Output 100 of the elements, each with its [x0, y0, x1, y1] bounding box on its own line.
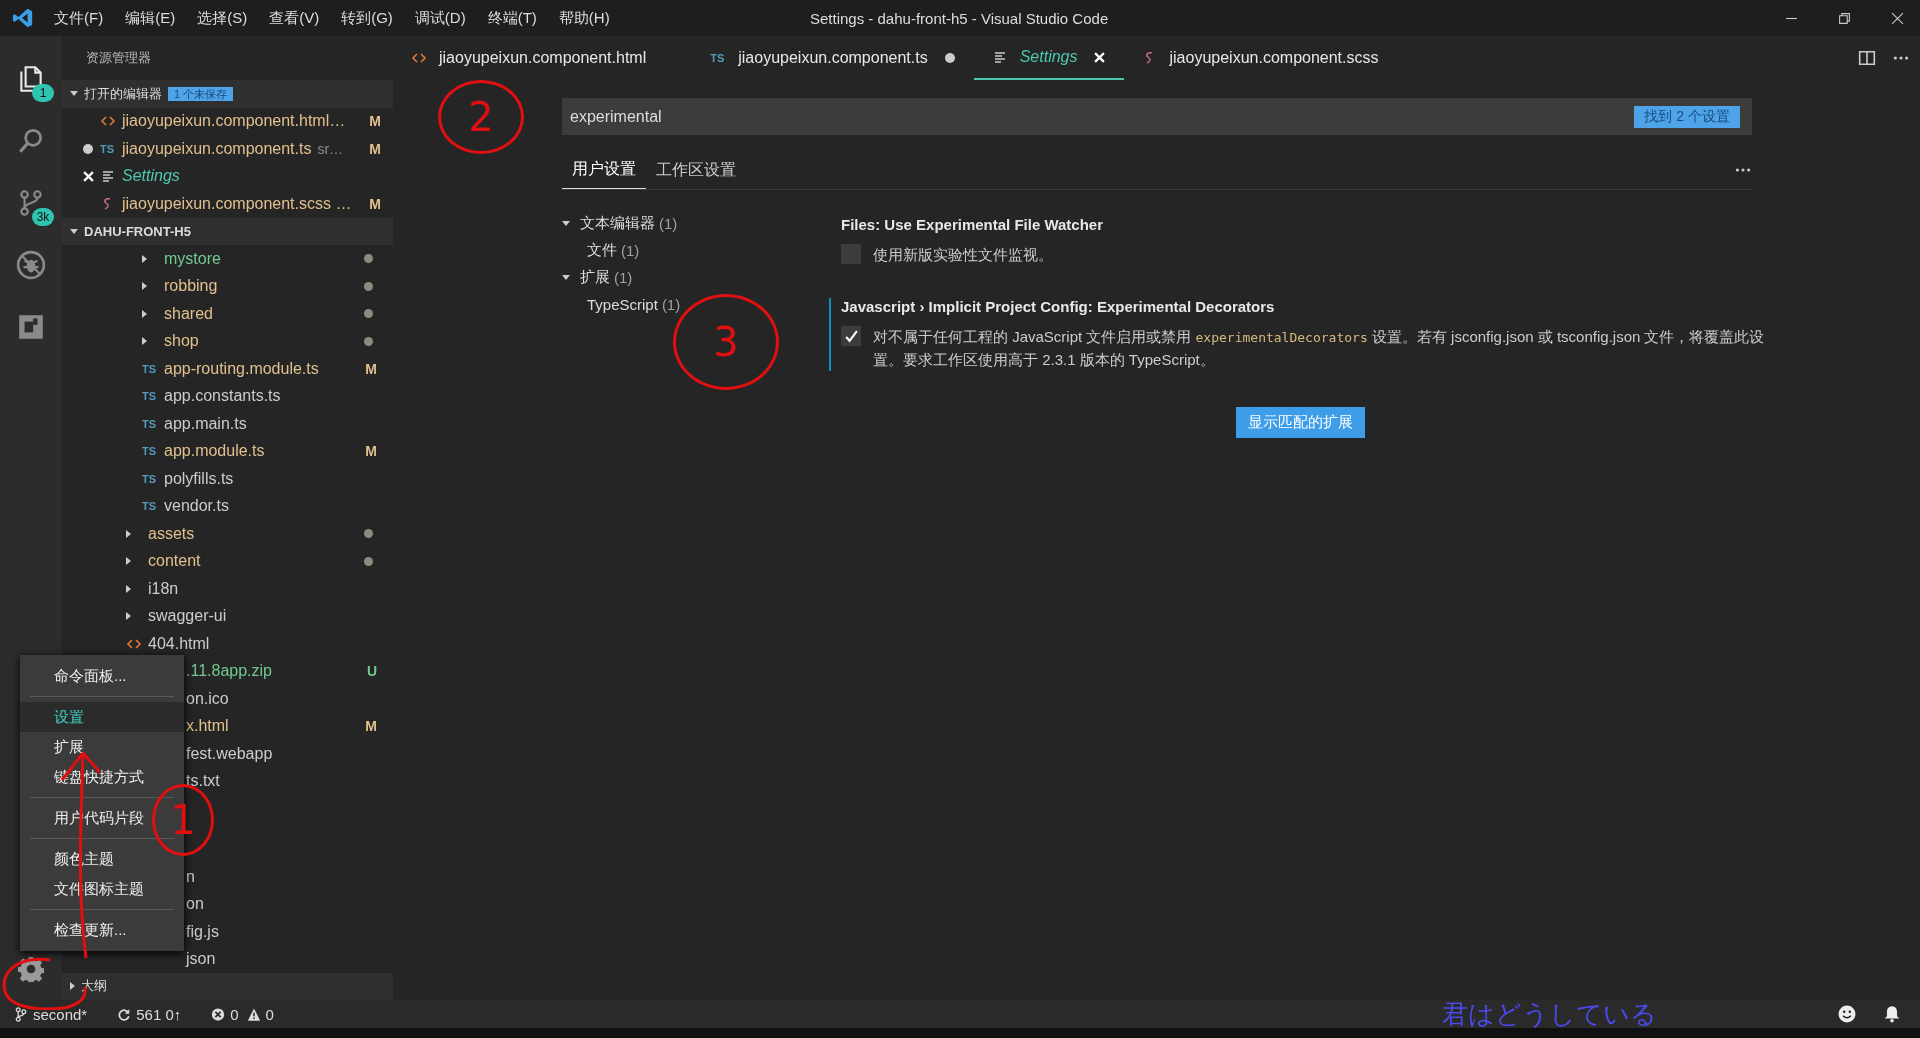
file-tree-item[interactable]: TS app-routing.module.ts M: [62, 355, 393, 383]
file-tree-item[interactable]: mystore: [62, 245, 393, 273]
section-header[interactable]: DAHU-FRONT-H5: [62, 217, 393, 245]
file-tree-item[interactable]: TS app.module.ts M: [62, 437, 393, 465]
menu-item[interactable]: 扩展: [20, 732, 84, 762]
caret-icon: [142, 337, 147, 346]
file-tree-item[interactable]: swagger-ui: [62, 602, 393, 630]
activity-badge: 3k: [32, 208, 54, 226]
error-count[interactable]: 0: [230, 1005, 239, 1023]
extensions-icon[interactable]: [16, 312, 46, 342]
close-icon[interactable]: [1891, 11, 1904, 25]
editor-tab[interactable]: TS jiaoyupeixun.component.ts: [692, 36, 974, 80]
editor-tab[interactable]: jiaoyupeixun.component.html: [393, 36, 693, 80]
typescript-icon: TS: [710, 52, 733, 64]
unsaved-badge: 1 个未保存: [168, 86, 234, 101]
open-editor-item[interactable]: jiaoyupeixun.component.html… M: [62, 107, 393, 135]
settings-icon[interactable]: [18, 956, 44, 982]
toc-item[interactable]: 扩展 (1): [562, 264, 829, 291]
git-status: M: [369, 113, 381, 130]
file-tree-item[interactable]: 404.html: [62, 630, 393, 658]
split-editor-icon[interactable]: [1858, 49, 1876, 67]
menu-item[interactable]: 调试(D): [414, 8, 466, 28]
menu-item[interactable]: 命令面板...: [20, 661, 127, 691]
typescript-icon: TS: [142, 390, 164, 403]
typescript-icon: TS: [100, 142, 122, 155]
open-editor-item[interactable]: TS jiaoyupeixun.component.ts sr… M: [62, 135, 393, 163]
overlay-text: 君はどうしている: [1441, 997, 1657, 1031]
sidebar-title: 资源管理器: [86, 49, 151, 67]
git-status: U: [366, 663, 377, 680]
typescript-icon: TS: [142, 417, 164, 430]
settings-tab[interactable]: 工作区设置: [646, 151, 746, 189]
setting-description: 对不属于任何工程的 JavaScript 文件启用或禁用 experimentalDecorators 设置。若有 jsconfig.json 或 tsconfig.json 文件，将覆盖此设置。要求工作区使用高于 2.3.1 版本的 TypeScript。: [873, 327, 1766, 370]
file-tree-item[interactable]: TS polyfills.ts: [62, 465, 393, 493]
file-tree-item[interactable]: TS app.main.ts: [62, 410, 393, 438]
sync-status[interactable]: 561 0↑: [136, 1005, 182, 1023]
git-status: M: [365, 443, 377, 460]
settings-tab[interactable]: 用户设置: [562, 151, 646, 189]
activity-badge: 1: [32, 84, 54, 102]
caret-icon: [126, 557, 131, 566]
caret-icon: [142, 309, 147, 318]
file-tree-item[interactable]: assets: [62, 520, 393, 548]
setting-description: 使用新版实验性文件监视。: [873, 245, 1053, 265]
smiley-icon[interactable]: [1838, 1005, 1856, 1023]
typescript-icon: TS: [142, 500, 164, 513]
caret-icon: [142, 254, 147, 263]
annotation-circle: 2: [438, 80, 524, 154]
caret-icon: [126, 529, 131, 538]
menu-item[interactable]: 选择(S): [197, 8, 248, 28]
restore-icon[interactable]: [1838, 11, 1851, 25]
menu-item[interactable]: 查看(V): [269, 8, 320, 28]
menu-item[interactable]: 文件(F): [54, 8, 104, 28]
checkbox[interactable]: [841, 326, 861, 346]
bell-icon[interactable]: [1883, 1005, 1901, 1023]
menu-item[interactable]: 终端(T): [487, 8, 537, 28]
caret-icon: [126, 612, 131, 621]
file-tree-item[interactable]: shop: [62, 327, 393, 355]
error-icon[interactable]: [211, 1006, 226, 1022]
file-tree-item[interactable]: TS vendor.ts: [62, 492, 393, 520]
search-field[interactable]: experimental 找到 2 个设置: [562, 98, 1752, 135]
git-status: M: [369, 140, 381, 157]
file-tree-item[interactable]: content: [62, 547, 393, 575]
warning-count[interactable]: 0: [265, 1005, 274, 1023]
menu-item[interactable]: 转到(G): [341, 8, 393, 28]
editor-tab[interactable]: jiaoyupeixun.component.scss: [1123, 36, 1425, 80]
git-status: M: [365, 360, 377, 377]
window-title: Settings - dahu-front-h5 - Visual Studio Code: [810, 9, 1109, 27]
typescript-icon: TS: [142, 362, 164, 375]
file-tree-item[interactable]: json: [62, 945, 393, 973]
setting-title: Files: Use Experimental File Watcher: [841, 216, 1105, 235]
menu-item[interactable]: 检查更新...: [20, 915, 127, 945]
open-editor-item[interactable]: jiaoyupeixun.component.scss … M: [62, 190, 393, 218]
toc-item[interactable]: 文本编辑器 (1): [562, 210, 829, 237]
file-tree-item[interactable]: robbing: [62, 272, 393, 300]
branch-name[interactable]: second*: [33, 1005, 88, 1023]
menu-item[interactable]: 帮助(H): [558, 8, 610, 28]
branch-icon[interactable]: [14, 1006, 28, 1022]
result-count-badge: 找到 2 个设置: [1634, 105, 1740, 128]
caret-icon: [126, 584, 131, 593]
setting-title: Javascript › Implicit Project Config: Experimental Decorators: [841, 298, 1276, 317]
toc-item[interactable]: TypeScript (1): [562, 291, 829, 318]
caret-icon: [142, 282, 147, 291]
menu-item[interactable]: 编辑(E): [125, 8, 176, 28]
typescript-icon: TS: [142, 445, 164, 458]
app-logo-icon: [12, 7, 34, 29]
git-status: M: [369, 195, 381, 212]
file-tree-item[interactable]: TS app.constants.ts: [62, 382, 393, 410]
file-tree-item[interactable]: i18n: [62, 575, 393, 603]
toc-item[interactable]: 文件 (1): [562, 237, 829, 264]
file-tree-item[interactable]: shared: [62, 300, 393, 328]
typescript-icon: TS: [142, 472, 164, 485]
section-header[interactable]: 打开的编辑器 1 个未保存: [62, 80, 393, 108]
sync-icon[interactable]: [117, 1006, 132, 1022]
menu-item[interactable]: 设置: [20, 702, 184, 732]
warning-icon[interactable]: [246, 1006, 261, 1022]
code-icon: [411, 51, 427, 65]
search-input[interactable]: experimental: [568, 106, 1635, 127]
lines-icon: [100, 169, 116, 184]
git-status: M: [365, 718, 377, 735]
no-bug-icon[interactable]: [16, 250, 46, 280]
code-icon: [126, 636, 142, 651]
